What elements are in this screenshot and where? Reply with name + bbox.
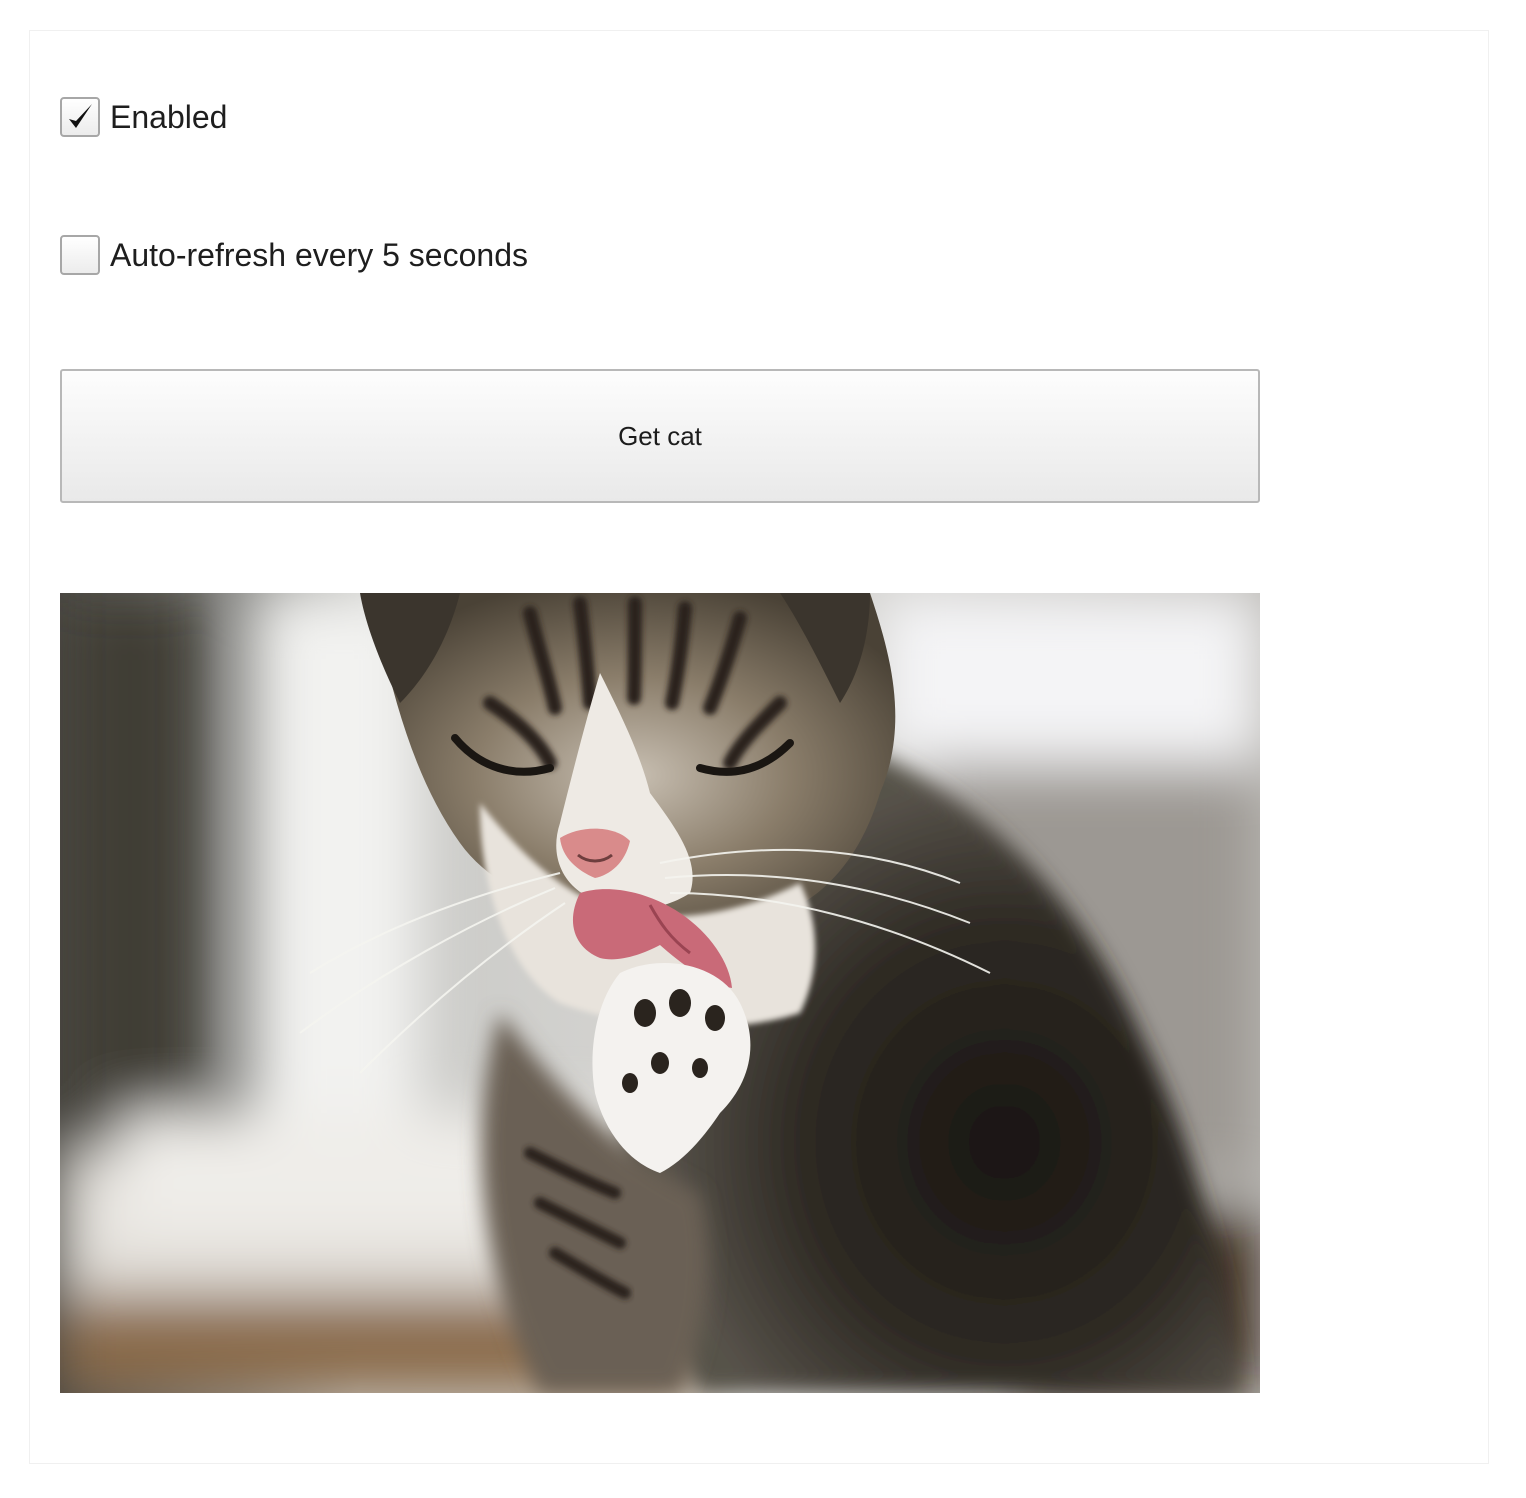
cat-image xyxy=(60,593,1260,1393)
auto-refresh-checkbox[interactable] xyxy=(60,235,100,275)
enabled-checkbox[interactable] xyxy=(60,97,100,137)
checkmark-icon xyxy=(69,104,92,128)
cat-panel: Enabled Auto-refresh every 5 seconds Get… xyxy=(29,30,1489,1464)
auto-refresh-option[interactable]: Auto-refresh every 5 seconds xyxy=(60,235,528,275)
auto-refresh-label: Auto-refresh every 5 seconds xyxy=(110,237,528,273)
enabled-label: Enabled xyxy=(110,99,228,135)
enabled-option[interactable]: Enabled xyxy=(60,97,227,137)
get-cat-button[interactable]: Get cat xyxy=(60,369,1260,503)
